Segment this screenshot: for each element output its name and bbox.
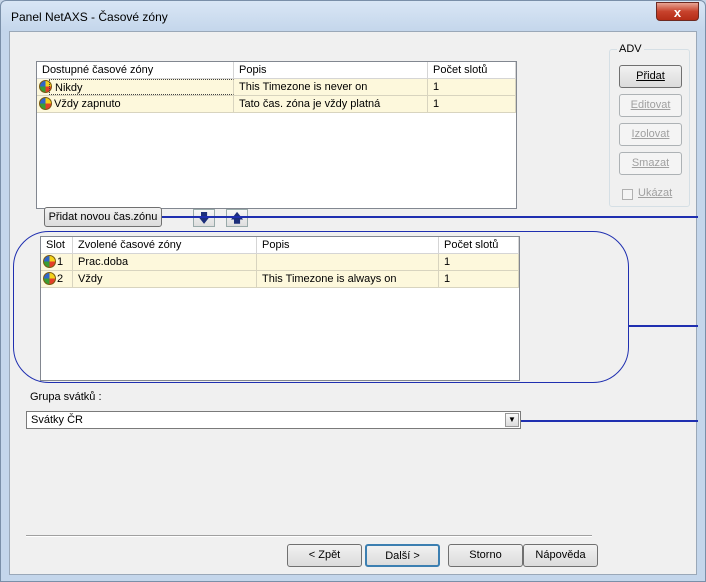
timezone-name: Nikdy xyxy=(49,79,234,95)
back-button[interactable]: < Zpět xyxy=(287,544,362,567)
adv-group-legend: ADV xyxy=(617,43,644,55)
close-button[interactable]: x xyxy=(656,2,699,21)
timezone-name: Vždy zapnuto xyxy=(49,96,234,112)
add-new-timezone-button[interactable]: Přidat novou čas.zónu xyxy=(44,207,162,227)
chevron-down-icon[interactable]: ▼ xyxy=(505,413,519,427)
annotation-line xyxy=(629,325,698,327)
add-button-label: Přidat xyxy=(636,70,665,82)
table-row[interactable]: Vždy zapnuto Tato čas. zóna je vždy plat… xyxy=(37,96,516,113)
delete-button-label: Smazat xyxy=(631,157,670,169)
cancel-button[interactable]: Storno xyxy=(448,544,523,567)
next-button[interactable]: Další > xyxy=(365,544,440,567)
timezone-slot-count: 1 xyxy=(428,79,516,95)
arrow-up-icon[interactable]: 🡅 xyxy=(226,209,248,227)
isolate-button-label: Izolovat xyxy=(631,128,670,140)
timezone-slot-count: 1 xyxy=(428,96,516,112)
annotation-line xyxy=(162,216,698,218)
table-row[interactable]: Nikdy This Timezone is never on 1 xyxy=(37,79,516,96)
column-header-available[interactable]: Dostupné časové zóny xyxy=(37,62,234,79)
show-checkbox-label: Ukázat xyxy=(638,187,673,199)
timezone-description: This Timezone is never on xyxy=(234,79,428,95)
annotation-outline xyxy=(13,231,629,383)
window-title: Panel NetAXS - Časové zóny xyxy=(11,10,168,24)
delete-button[interactable]: Smazat xyxy=(619,152,682,175)
isolate-button[interactable]: Izolovat xyxy=(619,123,682,146)
timezone-description: Tato čas. zóna je vždy platná xyxy=(234,96,428,112)
holiday-group-select[interactable]: Svátky ČR ▼ xyxy=(26,411,521,429)
holiday-group-value: Svátky ČR xyxy=(31,414,83,426)
column-header-description[interactable]: Popis xyxy=(234,62,428,79)
show-checkbox[interactable] xyxy=(622,189,633,200)
edit-button[interactable]: Editovat xyxy=(619,94,682,117)
dialog-client-area: Dostupné časové zóny Popis Počet slotů N… xyxy=(9,31,698,575)
help-button[interactable]: Nápověda xyxy=(523,544,598,567)
edit-button-label: Editovat xyxy=(630,99,671,111)
available-timezones-list[interactable]: Dostupné časové zóny Popis Počet slotů N… xyxy=(36,61,517,209)
column-header-slot-count[interactable]: Počet slotů xyxy=(428,62,516,79)
arrow-down-icon[interactable]: 🡇 xyxy=(193,209,215,227)
holiday-group-label: Grupa svátků : xyxy=(30,391,102,403)
add-button[interactable]: Přidat xyxy=(619,65,682,88)
annotation-line xyxy=(521,420,698,422)
title-bar: Panel NetAXS - Časové zóny x xyxy=(1,1,705,31)
footer-separator xyxy=(26,535,592,537)
dialog-window: Panel NetAXS - Časové zóny x Dostupné ča… xyxy=(0,0,706,582)
